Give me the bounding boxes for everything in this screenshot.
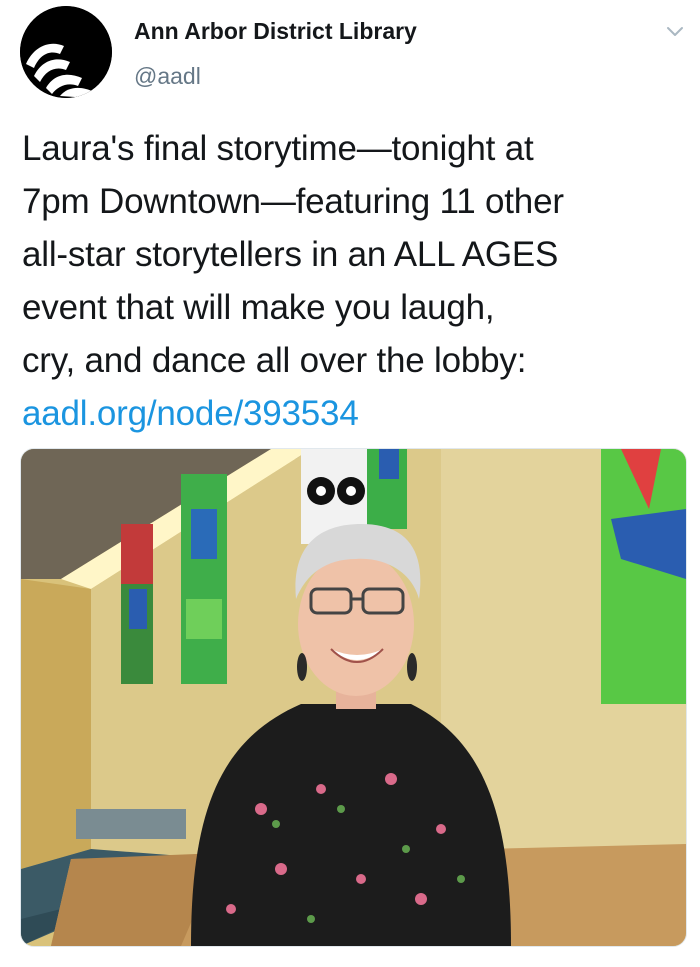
tweet-menu-button[interactable]	[664, 20, 686, 42]
photo-image	[21, 449, 686, 946]
tweet-text: Laura's final storytime—tonight at 7pm D…	[22, 122, 682, 440]
author-avatar[interactable]	[20, 6, 112, 98]
aadl-logo-icon	[20, 6, 112, 98]
tweet-card: Ann Arbor District Library @aadl Laura's…	[0, 0, 700, 967]
author-name[interactable]: Ann Arbor District Library	[134, 18, 417, 45]
tweet-text-line: 7pm Downtown—featuring 11 other	[22, 182, 564, 221]
chevron-down-icon	[667, 27, 683, 36]
tweet-link[interactable]: aadl.org/node/393534	[22, 394, 359, 433]
tweet-text-line: cry, and dance all over the lobby:	[22, 341, 527, 380]
author-handle[interactable]: @aadl	[134, 63, 201, 90]
tweet-text-line: event that will make you laugh,	[22, 288, 495, 327]
tweet-photo[interactable]	[20, 448, 687, 947]
tweet-text-line: all-star storytellers in an ALL AGES	[22, 235, 559, 274]
tweet-text-line: Laura's final storytime—tonight at	[22, 129, 534, 168]
